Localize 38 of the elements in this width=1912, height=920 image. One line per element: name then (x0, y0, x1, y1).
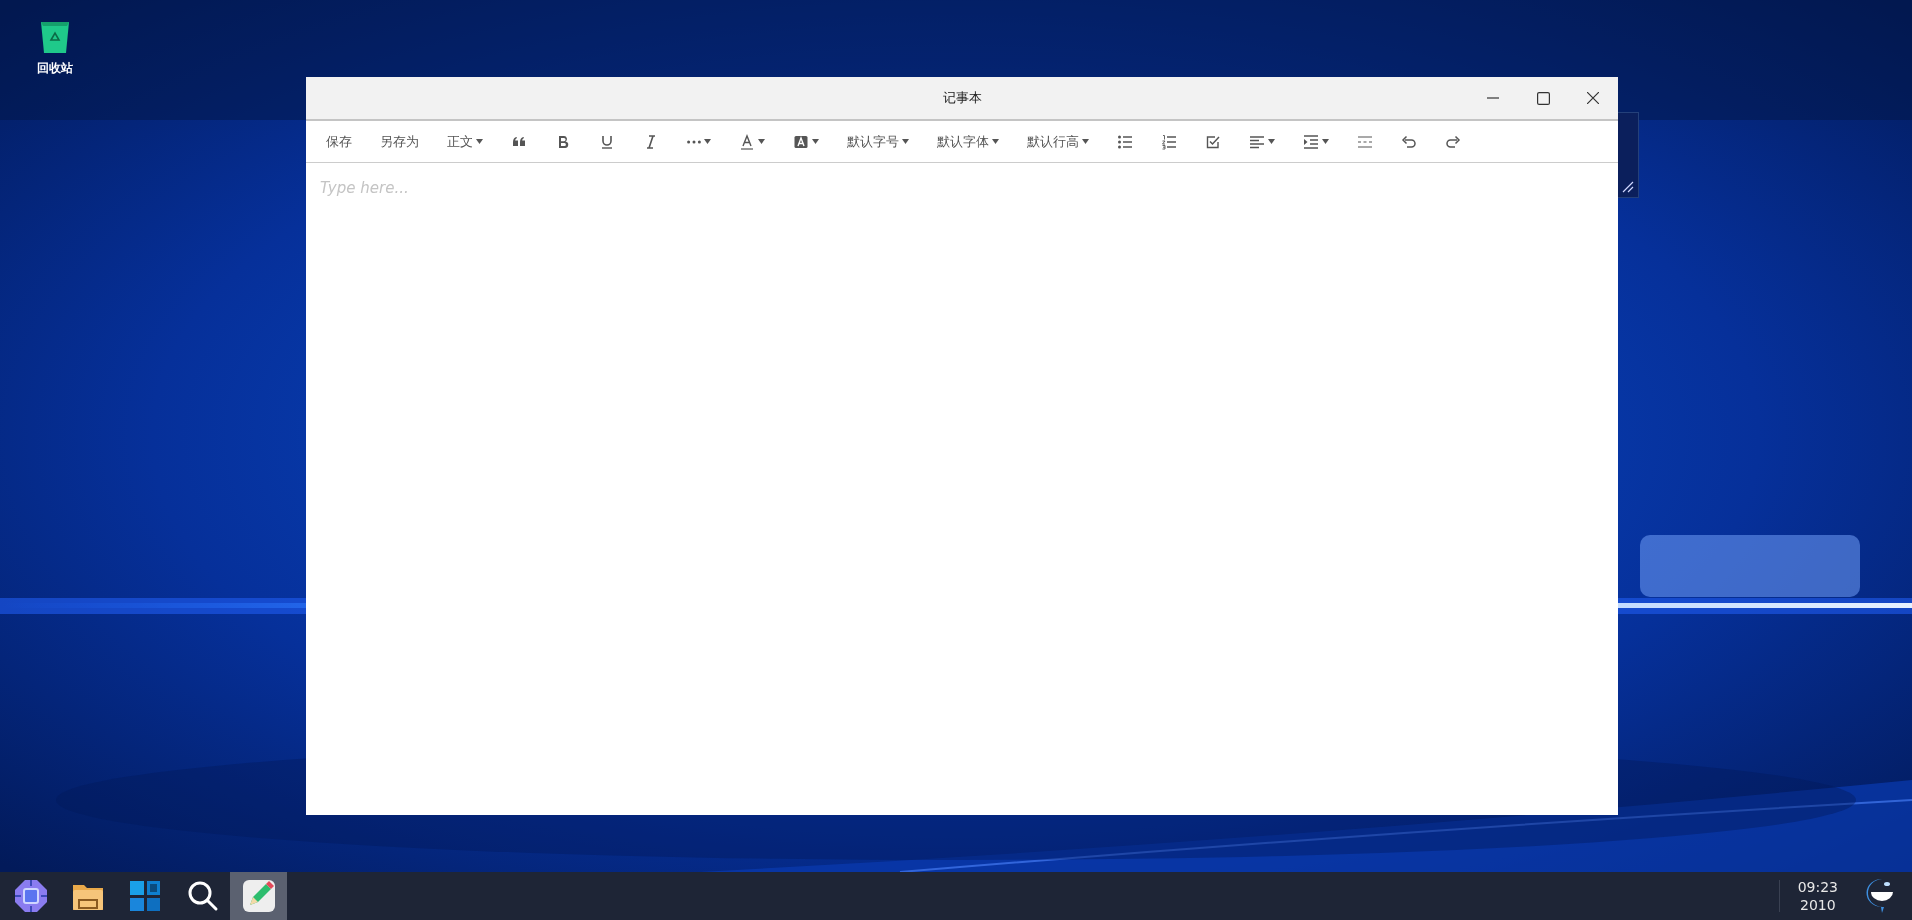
underline-icon (599, 133, 615, 150)
bullet-list-icon (1117, 133, 1133, 150)
caret-icon (704, 139, 711, 144)
hexagon-icon (12, 878, 49, 914)
redo-icon (1445, 133, 1461, 150)
undo-icon (1401, 133, 1417, 150)
toolbar-button[interactable]: 另存为 (374, 126, 425, 157)
close-icon (1587, 92, 1599, 104)
resize-grip-icon[interactable] (1622, 181, 1634, 193)
minimize-icon (1487, 97, 1499, 99)
maximize-icon (1536, 91, 1550, 105)
caret-icon (758, 139, 765, 144)
caret-icon (1082, 139, 1089, 144)
caret-icon (1322, 139, 1329, 144)
icon-label: 回收站 (37, 60, 73, 77)
highlight-icon (793, 133, 809, 150)
checkbox-icon (1205, 133, 1221, 150)
dropdown-button[interactable]: 默认字号 (841, 126, 915, 157)
caret-icon (812, 139, 819, 144)
text-editor[interactable]: Type here... (306, 163, 1618, 815)
numbered-list-icon (1161, 133, 1177, 150)
caret-icon (1268, 139, 1275, 144)
clock-year: 2010 (1800, 896, 1836, 914)
ellipsis-icon (687, 139, 701, 144)
divider-icon (1357, 133, 1373, 150)
pencil-icon (240, 878, 277, 914)
caret-icon (992, 139, 999, 144)
clock-time: 09:23 (1797, 878, 1838, 896)
caret-icon (476, 139, 483, 144)
dropdown-button[interactable]: 正文 (441, 126, 489, 157)
dropdown-button[interactable]: 默认字体 (931, 126, 1005, 157)
indent-icon (1303, 133, 1319, 150)
dropdown-button[interactable]: 默认行高 (1021, 126, 1095, 157)
window-title: 记事本 (942, 89, 982, 107)
align-icon (1249, 133, 1265, 150)
font-color-icon (739, 133, 755, 150)
caret-icon (902, 139, 909, 144)
toolbar-button[interactable]: 保存 (320, 126, 358, 157)
